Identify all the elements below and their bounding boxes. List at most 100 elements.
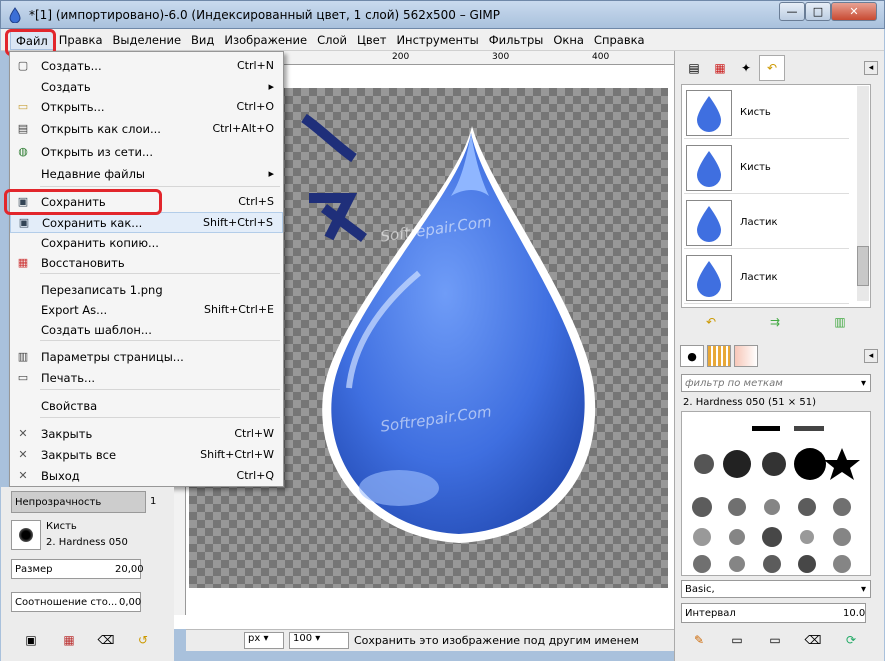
menu-item-label: Закрыть все [41, 447, 117, 462]
channels-tab-icon[interactable]: ▦ [707, 55, 733, 81]
undo-thumbnail [686, 144, 732, 191]
delete-tool-preset-icon[interactable]: ⌫ [96, 631, 116, 649]
menu-item-shortcut: Ctrl+W [234, 427, 274, 440]
menu-item-label: Печать... [41, 370, 96, 385]
menu-tools[interactable]: Инструменты [391, 30, 483, 50]
clear-history-icon[interactable]: ▥ [830, 313, 850, 331]
brush-grid[interactable] [681, 411, 871, 576]
undo-item-label: Ластик [740, 272, 778, 283]
menu-select[interactable]: Выделение [108, 30, 187, 50]
file-menu-item[interactable]: ▣ Сохранить как... Shift+Ctrl+S [10, 212, 283, 233]
undo-thumbnail [686, 89, 732, 136]
undo-action-icon[interactable]: ↶ [701, 313, 721, 331]
menu-item-shortcut: Shift+Ctrl+S [203, 216, 273, 229]
gradients-tab-icon[interactable] [734, 345, 758, 367]
menu-layer[interactable]: Слой [312, 30, 352, 50]
menu-item-shortcut: Ctrl+Q [236, 469, 274, 482]
menu-separator [40, 186, 280, 187]
duplicate-brush-icon[interactable]: ▭ [765, 631, 785, 649]
unit-select[interactable]: px ▾ [244, 632, 284, 649]
file-menu-item[interactable]: ▢ Создать... Ctrl+N [10, 55, 283, 76]
undo-tab-icon[interactable]: ↶ [759, 55, 785, 81]
file-menu-item[interactable]: Недавние файлы ▸ [10, 163, 283, 184]
restore-tool-preset-icon[interactable]: ▦ [59, 631, 79, 649]
brush-value: 2. Hardness 050 [46, 537, 128, 548]
undo-history-item[interactable]: Ластик [684, 252, 849, 304]
file-menu-item[interactable]: ✕ Закрыть все Shift+Ctrl+W [10, 444, 283, 465]
save-tool-preset-icon[interactable]: ▣ [21, 631, 41, 649]
file-menu-item[interactable]: ▭ Открыть... Ctrl+O [10, 96, 283, 117]
file-menu-item[interactable]: ▥ Параметры страницы... [10, 346, 283, 367]
quit-icon: ✕ [18, 469, 28, 482]
file-menu-item[interactable]: Создать шаблон... [10, 319, 283, 340]
menu-item-label: Открыть... [41, 99, 105, 114]
opacity-value: 1 [150, 496, 157, 507]
spacing-value: 10.0 [843, 608, 866, 619]
undo-history-item[interactable]: Кисть [684, 142, 849, 194]
zoom-select[interactable]: 100 ▾ [289, 632, 349, 649]
maximize-button[interactable]: □ [805, 2, 831, 21]
delete-brush-icon[interactable]: ⌫ [803, 631, 823, 649]
edit-brush-icon[interactable]: ✎ [689, 631, 709, 649]
brush-dock-tabs: ● ◂ [675, 343, 884, 369]
menu-separator [40, 340, 280, 341]
file-menu-item[interactable]: Свойства [10, 395, 283, 416]
refresh-brushes-icon[interactable]: ⟳ [841, 631, 861, 649]
menu-item-shortcut: ▸ [268, 80, 274, 93]
menu-item-spacer [15, 79, 31, 95]
new-brush-icon[interactable]: ▭ [727, 631, 747, 649]
file-menu-item[interactable]: ▭ Печать... [10, 367, 283, 388]
menu-item-label: Параметры страницы... [41, 349, 184, 364]
file-menu-item[interactable]: ▦ Восстановить [10, 252, 283, 273]
globe-icon: ◍ [18, 145, 28, 158]
undo-history-item[interactable]: Кисть [684, 87, 849, 139]
file-menu-item[interactable]: ▣ Сохранить Ctrl+S [10, 191, 283, 212]
opacity-field[interactable]: Непрозрачность [11, 491, 146, 513]
menu-filters[interactable]: Фильтры [484, 30, 549, 50]
menu-colors[interactable]: Цвет [352, 30, 391, 50]
file-menu-item[interactable]: ▤ Открыть как слои... Ctrl+Alt+O [10, 118, 283, 139]
file-menu-item[interactable]: Сохранить копию... [10, 232, 283, 253]
file-menu-item[interactable]: ✕ Закрыть Ctrl+W [10, 423, 283, 444]
menu-view[interactable]: Вид [186, 30, 219, 50]
tool-options-panel: Непрозрачность 1 Кисть 2. Hardness 050 Р… [1, 487, 174, 661]
menu-item-label: Export As... [41, 302, 108, 317]
layers-tab-icon[interactable]: ▤ [681, 55, 707, 81]
reset-tool-icon[interactable]: ↺ [133, 631, 153, 649]
menu-item-label: Сохранить [41, 194, 106, 209]
close-button[interactable]: ✕ [831, 2, 877, 21]
undo-history-item[interactable]: Ластик [684, 197, 849, 249]
file-menu-item[interactable]: Создать ▸ [10, 76, 283, 97]
menu-help[interactable]: Справка [589, 30, 650, 50]
paths-tab-icon[interactable]: ✦ [733, 55, 759, 81]
ruler-tick-label: 400 [592, 52, 610, 62]
menu-item-label: Перезаписать 1.png [41, 282, 163, 297]
brush-dot-icon [19, 528, 33, 542]
file-menu-item[interactable]: ◍ Открыть из сети... [10, 141, 283, 162]
menu-bar: Файл Правка Выделение Вид Изображение Слой Цве… [1, 29, 884, 51]
brush-preview[interactable] [11, 520, 41, 550]
menu-windows[interactable]: Окна [548, 30, 589, 50]
file-menu-item[interactable]: Перезаписать 1.png [10, 279, 283, 300]
docks-panel: ▤ ▦ ✦ ↶ ◂ Кисть Кисть Ластик Ластик ↶ ⇉ ▥ ●… [674, 51, 884, 661]
redo-action-icon[interactable]: ⇉ [765, 313, 785, 331]
spacing-field[interactable]: Интервал [681, 603, 866, 623]
menu-file[interactable]: Файл [10, 29, 54, 50]
brush-filter-input[interactable]: фильтр по меткам ▾ [681, 374, 871, 392]
menu-image[interactable]: Изображение [219, 30, 312, 50]
window-title: *[1] (импортировано)-6.0 (Индексированны… [29, 8, 500, 22]
save-as-icon: ▣ [18, 216, 30, 229]
dock-menu-arrow-icon[interactable]: ◂ [864, 61, 878, 75]
menu-item-label: Недавние файлы [41, 166, 146, 181]
minimize-button[interactable]: — [779, 2, 805, 21]
menu-item-shortcut: Shift+Ctrl+W [200, 448, 274, 461]
patterns-tab-icon[interactable] [707, 345, 731, 367]
brushes-tab-icon[interactable]: ● [680, 345, 704, 367]
menu-item-spacer [15, 302, 31, 318]
menu-edit[interactable]: Правка [54, 30, 108, 50]
file-menu-item[interactable]: Export As... Shift+Ctrl+E [10, 299, 283, 320]
dock-menu-arrow-icon[interactable]: ◂ [864, 349, 878, 363]
brush-preset-select[interactable]: Basic, ▾ [681, 580, 871, 598]
file-menu-item[interactable]: ✕ Выход Ctrl+Q [10, 465, 283, 486]
undo-scrollbar[interactable] [857, 86, 869, 301]
